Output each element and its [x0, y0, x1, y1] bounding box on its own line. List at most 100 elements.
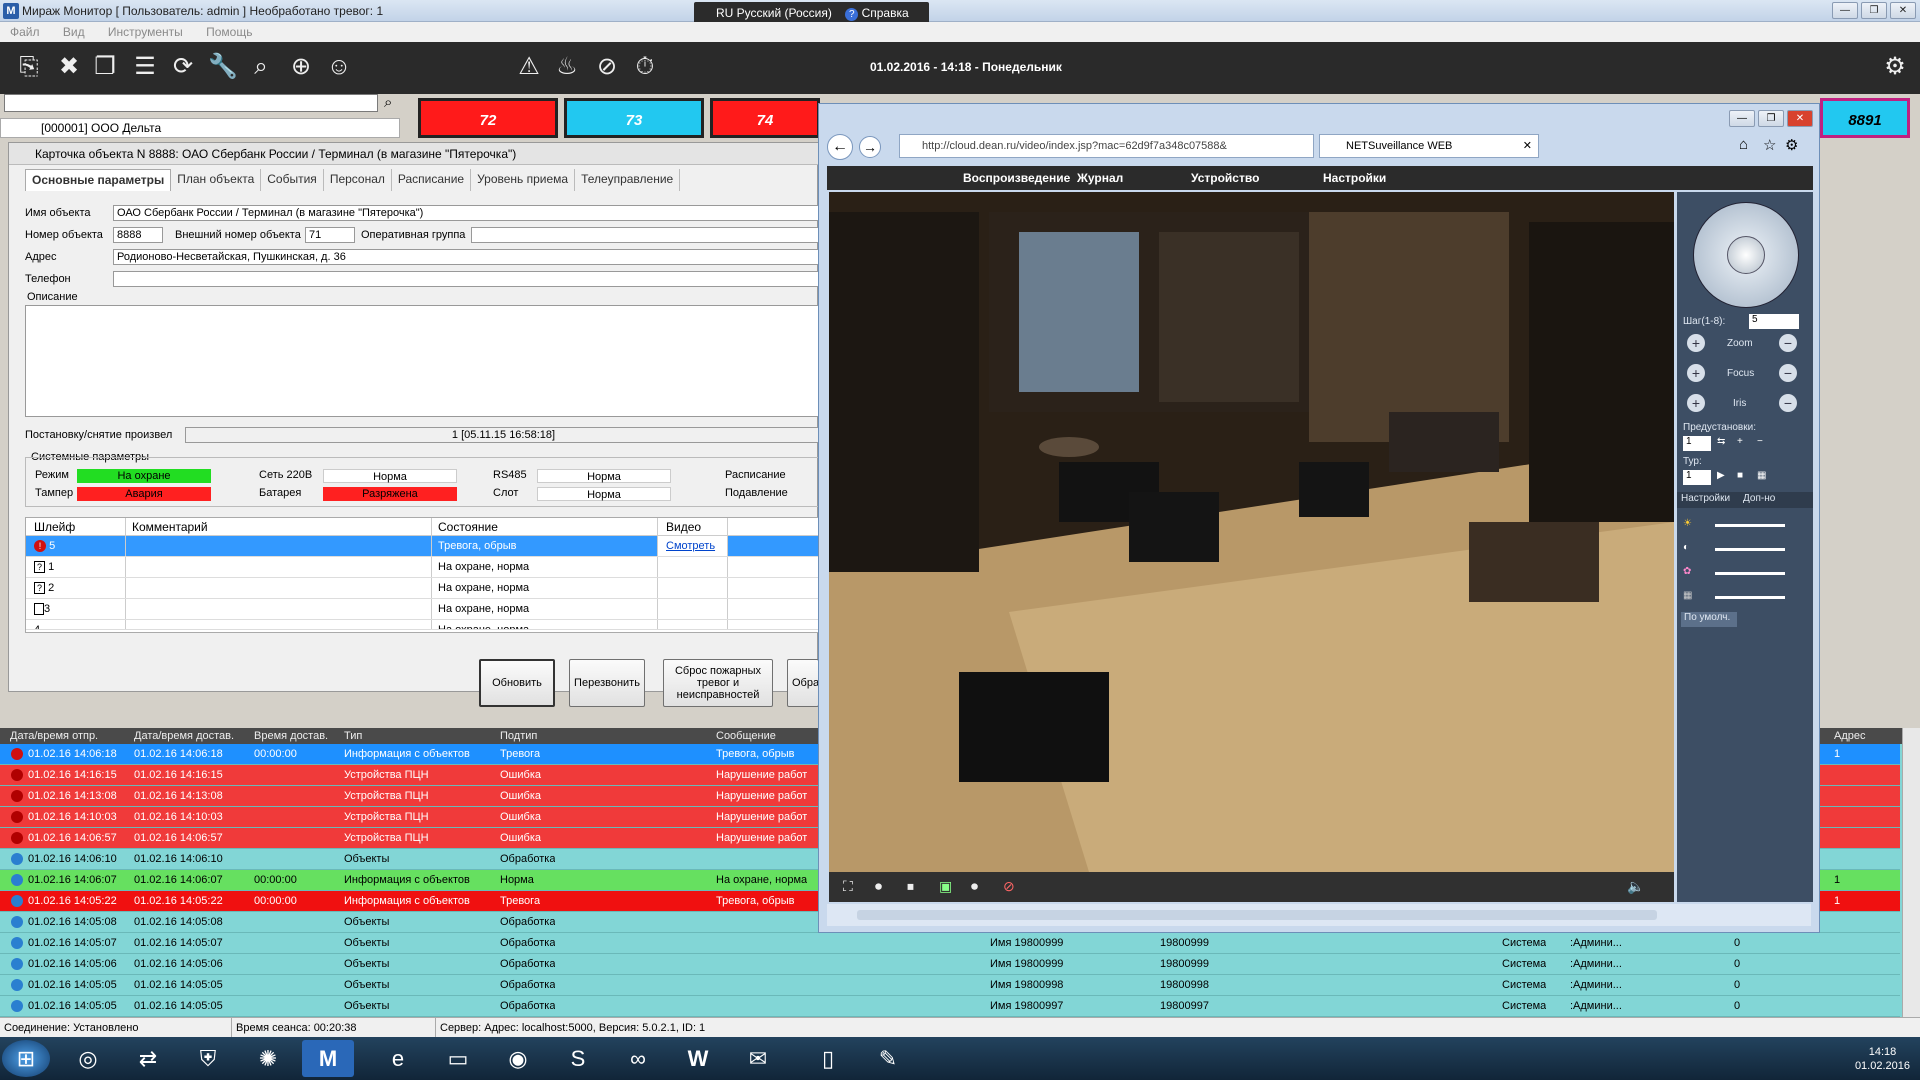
description-field[interactable] [25, 305, 825, 417]
zoom-out-icon[interactable]: − [1779, 334, 1797, 352]
ext-number-field[interactable]: 71 [305, 227, 355, 243]
add-object-icon[interactable]: ⎘ [14, 52, 44, 82]
redial-button[interactable]: Перезвонить [569, 659, 645, 707]
event-row[interactable]: 01.02.16 14:05:05 01.02.16 14:05:05 Объект… [0, 975, 1900, 996]
taskbar-chrome-icon[interactable]: ◉ [492, 1040, 544, 1077]
event-row[interactable]: 01.02.16 14:05:07 01.02.16 14:05:07 Объект… [0, 933, 1900, 954]
close-button[interactable]: ✕ [1890, 2, 1916, 19]
tab-plan[interactable]: План объекта [171, 169, 262, 191]
menu-tools[interactable]: Инструменты [108, 25, 183, 39]
stop-record-icon[interactable]: ⏹ [907, 878, 914, 895]
tab-events[interactable]: События [261, 169, 324, 191]
step-select[interactable]: 5 [1749, 314, 1799, 329]
events-scrollbar[interactable] [1902, 728, 1920, 1017]
menu-help[interactable]: Помощь [206, 25, 252, 39]
tab-close-icon[interactable]: ✕ [1523, 135, 1532, 157]
nav-playback[interactable]: Воспроизведение [963, 166, 1070, 190]
list-icon[interactable]: ☰ [130, 52, 160, 82]
back-icon[interactable]: ← [827, 134, 853, 160]
taskbar-paint-icon[interactable]: ✎ [862, 1040, 914, 1077]
iris-open-icon[interactable]: + [1687, 394, 1705, 412]
default-button[interactable]: По умолч. [1681, 612, 1737, 627]
camera-view[interactable] [829, 192, 1674, 872]
refresh-button[interactable]: Обновить [479, 659, 555, 707]
object-tile-8891[interactable]: 8891 [1820, 98, 1910, 138]
object-tile-73[interactable]: 73 [564, 98, 704, 138]
camera-off-icon[interactable]: ⊘ [1003, 878, 1015, 895]
browser-tab[interactable]: NETSuveillance WEB ✕ [1319, 134, 1539, 158]
ptz-tab-settings[interactable]: Настройки [1681, 493, 1730, 504]
taskbar-network-icon[interactable]: ✺ [242, 1040, 294, 1077]
loops-col-video[interactable]: Видео [658, 518, 728, 535]
warning-icon[interactable]: ⚠ [514, 52, 544, 82]
taskbar-skype-icon[interactable]: S [552, 1040, 604, 1077]
tree-item[interactable]: [000001] ООО Дельта [0, 118, 400, 138]
taskbar-teamviewer-icon[interactable]: ∞ [612, 1040, 664, 1077]
tab-staff[interactable]: Персонал [324, 169, 392, 191]
taskbar-chat-icon[interactable]: ✉ [732, 1040, 784, 1077]
record-icon[interactable]: ⏺ [875, 878, 882, 895]
taskbar-mirage-icon[interactable]: M [302, 1040, 354, 1077]
preset-input[interactable]: 1 [1683, 436, 1711, 451]
settings-icon[interactable]: ⚙ [1880, 52, 1910, 82]
object-tile-72[interactable]: 72 [418, 98, 558, 138]
process-button[interactable]: Обра [787, 659, 819, 707]
nav-device[interactable]: Устройство [1191, 166, 1259, 190]
minimize-button[interactable]: — [1832, 2, 1858, 19]
zoom-in-icon[interactable]: + [1687, 334, 1705, 352]
name-field[interactable]: ОАО Сбербанк России / Терминал (в магази… [113, 205, 819, 221]
events-col-message[interactable]: Сообщение [716, 728, 776, 744]
tools-gear-icon[interactable]: ⚙ [1785, 136, 1798, 154]
loops-col-loop[interactable]: Шлейф [26, 518, 126, 535]
events-col-delivery-time[interactable]: Время достав. [254, 728, 328, 744]
loops-col-state[interactable]: Состояние [432, 518, 658, 535]
browser-hscrollbar[interactable] [827, 904, 1811, 926]
taskbar-folder-icon[interactable]: ▭ [432, 1040, 484, 1077]
event-row[interactable]: 01.02.16 14:05:06 01.02.16 14:05:06 Объект… [0, 954, 1900, 975]
favorites-icon[interactable]: ☆ [1763, 136, 1776, 154]
taskbar-word-icon[interactable]: W [672, 1040, 724, 1077]
object-tile-74[interactable]: 74 [710, 98, 820, 138]
browser-close-button[interactable]: ✕ [1787, 110, 1813, 127]
preset-add-icon[interactable]: + [1737, 436, 1743, 447]
refresh-icon[interactable]: ⟳ [168, 52, 198, 82]
events-col-address[interactable]: Адрес [1834, 728, 1866, 744]
menu-view[interactable]: Вид [63, 25, 85, 39]
tab-main[interactable]: Основные параметры [25, 169, 172, 191]
taskbar-app-icon[interactable]: ◎ [62, 1040, 114, 1077]
nav-settings[interactable]: Настройки [1323, 166, 1386, 190]
loop-row[interactable]: 3 На охране, норма [26, 599, 824, 620]
events-col-sent[interactable]: Дата/время отпр. [10, 728, 98, 744]
ptz-tab-extra[interactable]: Доп-но [1743, 493, 1775, 504]
user-icon[interactable]: ☺ [324, 52, 354, 82]
browser-minimize-button[interactable]: — [1729, 110, 1755, 127]
delete-object-icon[interactable]: ✖ [54, 52, 84, 82]
search-input[interactable] [4, 94, 378, 112]
loop-row[interactable]: ! 5 Тревога, обрыв Смотреть [26, 536, 824, 557]
events-col-type[interactable]: Тип [344, 728, 362, 744]
menu-file[interactable]: Файл [10, 25, 40, 39]
language-label[interactable]: RU Русский (Россия) [716, 6, 832, 20]
hue-slider[interactable] [1715, 596, 1785, 599]
iris-close-icon[interactable]: − [1779, 394, 1797, 412]
tray-clock[interactable]: 14:18 01.02.2016 [1855, 1045, 1910, 1073]
tab-reception[interactable]: Уровень приема [471, 169, 576, 191]
tour-input[interactable]: 1 [1683, 470, 1711, 485]
search-go-icon[interactable]: ⌕ [384, 94, 392, 111]
preset-goto-icon[interactable]: ⇆ [1717, 436, 1725, 447]
events-col-subtype[interactable]: Подтип [500, 728, 537, 744]
ptz-center-button[interactable] [1727, 236, 1765, 274]
grid-icon[interactable]: ▦ [1757, 470, 1766, 481]
address-bar[interactable]: http://cloud.dean.ru/video/index.jsp?mac… [899, 134, 1314, 158]
focus-out-icon[interactable]: − [1779, 364, 1797, 382]
help-label[interactable]: Справка [862, 6, 909, 20]
maximize-button[interactable]: ❐ [1861, 2, 1887, 19]
start-button-icon[interactable]: ⊞ [2, 1040, 50, 1077]
saturation-slider[interactable] [1715, 572, 1785, 575]
brightness-slider[interactable] [1715, 524, 1785, 527]
loop-row[interactable]: ? 2 На охране, норма [26, 578, 824, 599]
copy-object-icon[interactable]: ❐ [90, 52, 120, 82]
loop-row[interactable]: ? 1 На охране, норма [26, 557, 824, 578]
taskbar-notebook-icon[interactable]: ▯ [802, 1040, 854, 1077]
contrast-slider[interactable] [1715, 548, 1785, 551]
